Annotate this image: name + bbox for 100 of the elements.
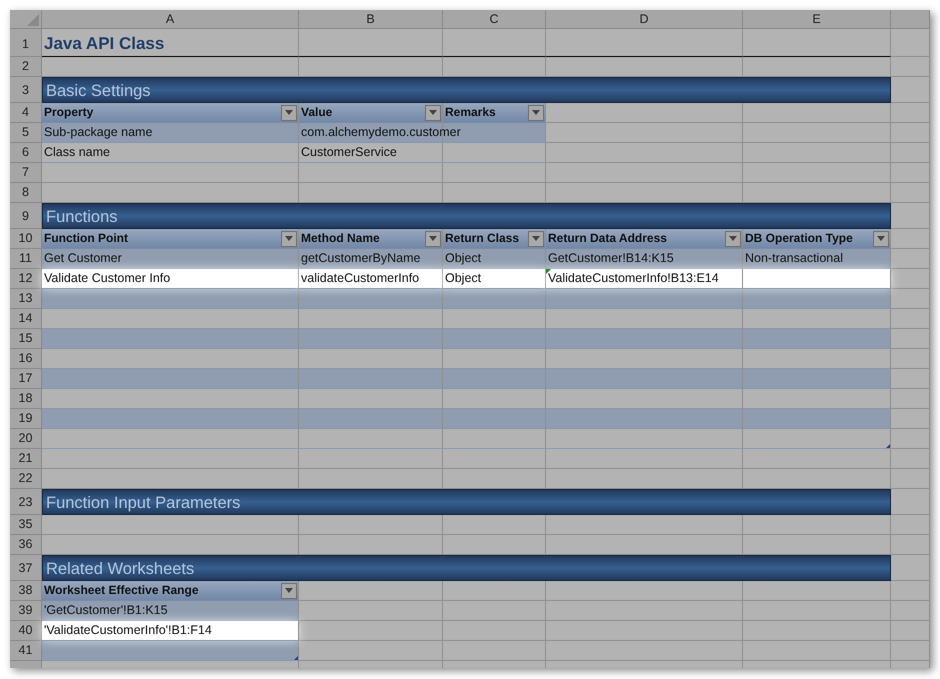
- row-number[interactable]: 1: [10, 29, 42, 57]
- caret-icon: [532, 110, 540, 115]
- table-cell: Non-transactional: [743, 249, 891, 269]
- row-number[interactable]: 16: [10, 349, 42, 369]
- row-number[interactable]: 20: [10, 429, 42, 449]
- column-header[interactable]: D: [546, 10, 743, 29]
- filter-button[interactable]: [425, 230, 441, 246]
- table-cell: GetCustomer!B14:K15: [546, 249, 743, 269]
- column-header[interactable]: A: [42, 10, 299, 29]
- grid-cell: [891, 309, 930, 329]
- grid-cell: [891, 289, 930, 309]
- filter-button[interactable]: [528, 104, 544, 120]
- row-number[interactable]: 39: [10, 601, 42, 621]
- grid-cell: [891, 621, 930, 641]
- grid-cell: [891, 389, 930, 409]
- row-number[interactable]: 13: [10, 289, 42, 309]
- column-header[interactable]: E: [743, 10, 891, 29]
- filter-button[interactable]: [528, 230, 544, 246]
- row-number[interactable]: 11: [10, 249, 42, 269]
- table-cell: com.alchemydemo.customer: [299, 123, 546, 143]
- table-cell: Validate Customer Info: [42, 269, 299, 289]
- section-header: Function Input Parameters: [42, 489, 891, 515]
- grid-cell: [891, 555, 930, 581]
- column-heading: Remarks: [445, 104, 496, 121]
- row-number[interactable]: 18: [10, 389, 42, 409]
- column-header[interactable]: C: [443, 10, 546, 29]
- column-heading: Return Class: [445, 230, 520, 247]
- filter-button[interactable]: [281, 230, 297, 246]
- row-number[interactable]: 6: [10, 143, 42, 163]
- filter-button[interactable]: [873, 230, 889, 246]
- caret-icon: [729, 236, 737, 241]
- grid-cell: [891, 77, 930, 103]
- row-number[interactable]: 40: [10, 621, 42, 641]
- table-cell: validateCustomerInfo: [299, 269, 443, 289]
- grid-cell: [891, 369, 930, 389]
- grid-cell: [891, 515, 930, 535]
- row-number[interactable]: 12: [10, 269, 42, 289]
- grid-cell: [891, 29, 930, 57]
- row-number[interactable]: 23: [10, 489, 42, 515]
- table-cell: Object: [443, 249, 546, 269]
- grid-cell: [891, 57, 930, 77]
- grid-cell: [891, 183, 930, 203]
- row-number[interactable]: 3: [10, 77, 42, 103]
- filter-button[interactable]: [281, 104, 297, 120]
- column-heading: Worksheet Effective Range: [44, 582, 198, 599]
- row-number[interactable]: 2: [10, 57, 42, 77]
- row-number[interactable]: 41: [10, 641, 42, 661]
- grid-cell: [891, 469, 930, 489]
- grid-cell: [891, 535, 930, 555]
- caret-icon: [285, 588, 293, 593]
- grid-cell: [891, 123, 930, 143]
- filter-button[interactable]: [725, 230, 741, 246]
- filter-button[interactable]: [281, 582, 297, 598]
- filter-button[interactable]: [425, 104, 441, 120]
- column-heading: Return Data Address: [548, 230, 667, 247]
- row-number[interactable]: 15: [10, 329, 42, 349]
- table-cell: Get Customer: [42, 249, 299, 269]
- row-number[interactable]: 38: [10, 581, 42, 601]
- table-cell: Sub-package name: [42, 123, 299, 143]
- section-header: Related Worksheets: [42, 555, 891, 581]
- grid-cell: [891, 269, 930, 289]
- column-heading: Function Point: [44, 230, 128, 247]
- grid-cell: [891, 601, 930, 621]
- grid-cell: [891, 103, 930, 123]
- grid-cell: [891, 489, 930, 515]
- caret-icon: [532, 236, 540, 241]
- grid-cell: [891, 449, 930, 469]
- row-number[interactable]: 35: [10, 515, 42, 535]
- row-number[interactable]: 21: [10, 449, 42, 469]
- caret-icon: [877, 236, 885, 241]
- column-heading: Method Name: [301, 230, 380, 247]
- row-number[interactable]: 9: [10, 203, 42, 229]
- grid-cell: [891, 143, 930, 163]
- section-header: Functions: [42, 203, 891, 229]
- row-number[interactable]: 7: [10, 163, 42, 183]
- row-number[interactable]: 4: [10, 103, 42, 123]
- grid-cell: [891, 409, 930, 429]
- grid-cell: [891, 349, 930, 369]
- row-number[interactable]: 36: [10, 535, 42, 555]
- sheet-title: Java API Class: [42, 29, 299, 57]
- resize-handle-icon: [294, 656, 298, 660]
- row-number[interactable]: 10: [10, 229, 42, 249]
- caret-icon: [429, 236, 437, 241]
- grid-cell: [891, 249, 930, 269]
- grid-cell: [891, 581, 930, 601]
- row-number[interactable]: 22: [10, 469, 42, 489]
- row-number[interactable]: 17: [10, 369, 42, 389]
- column-heading: Property: [44, 104, 94, 121]
- caret-icon: [429, 110, 437, 115]
- resize-handle-icon: [886, 444, 890, 448]
- grid-cell: [891, 163, 930, 183]
- column-header[interactable]: B: [299, 10, 443, 29]
- row-number[interactable]: 37: [10, 555, 42, 581]
- table-cell: ValidateCustomerInfo!B13:E14: [546, 269, 891, 289]
- row-number[interactable]: 5: [10, 123, 42, 143]
- grid-cell: [891, 329, 930, 349]
- row-number[interactable]: 14: [10, 309, 42, 329]
- row-number[interactable]: 8: [10, 183, 42, 203]
- row-number[interactable]: 19: [10, 409, 42, 429]
- table-cell: 'GetCustomer'!B1:K15: [42, 601, 299, 621]
